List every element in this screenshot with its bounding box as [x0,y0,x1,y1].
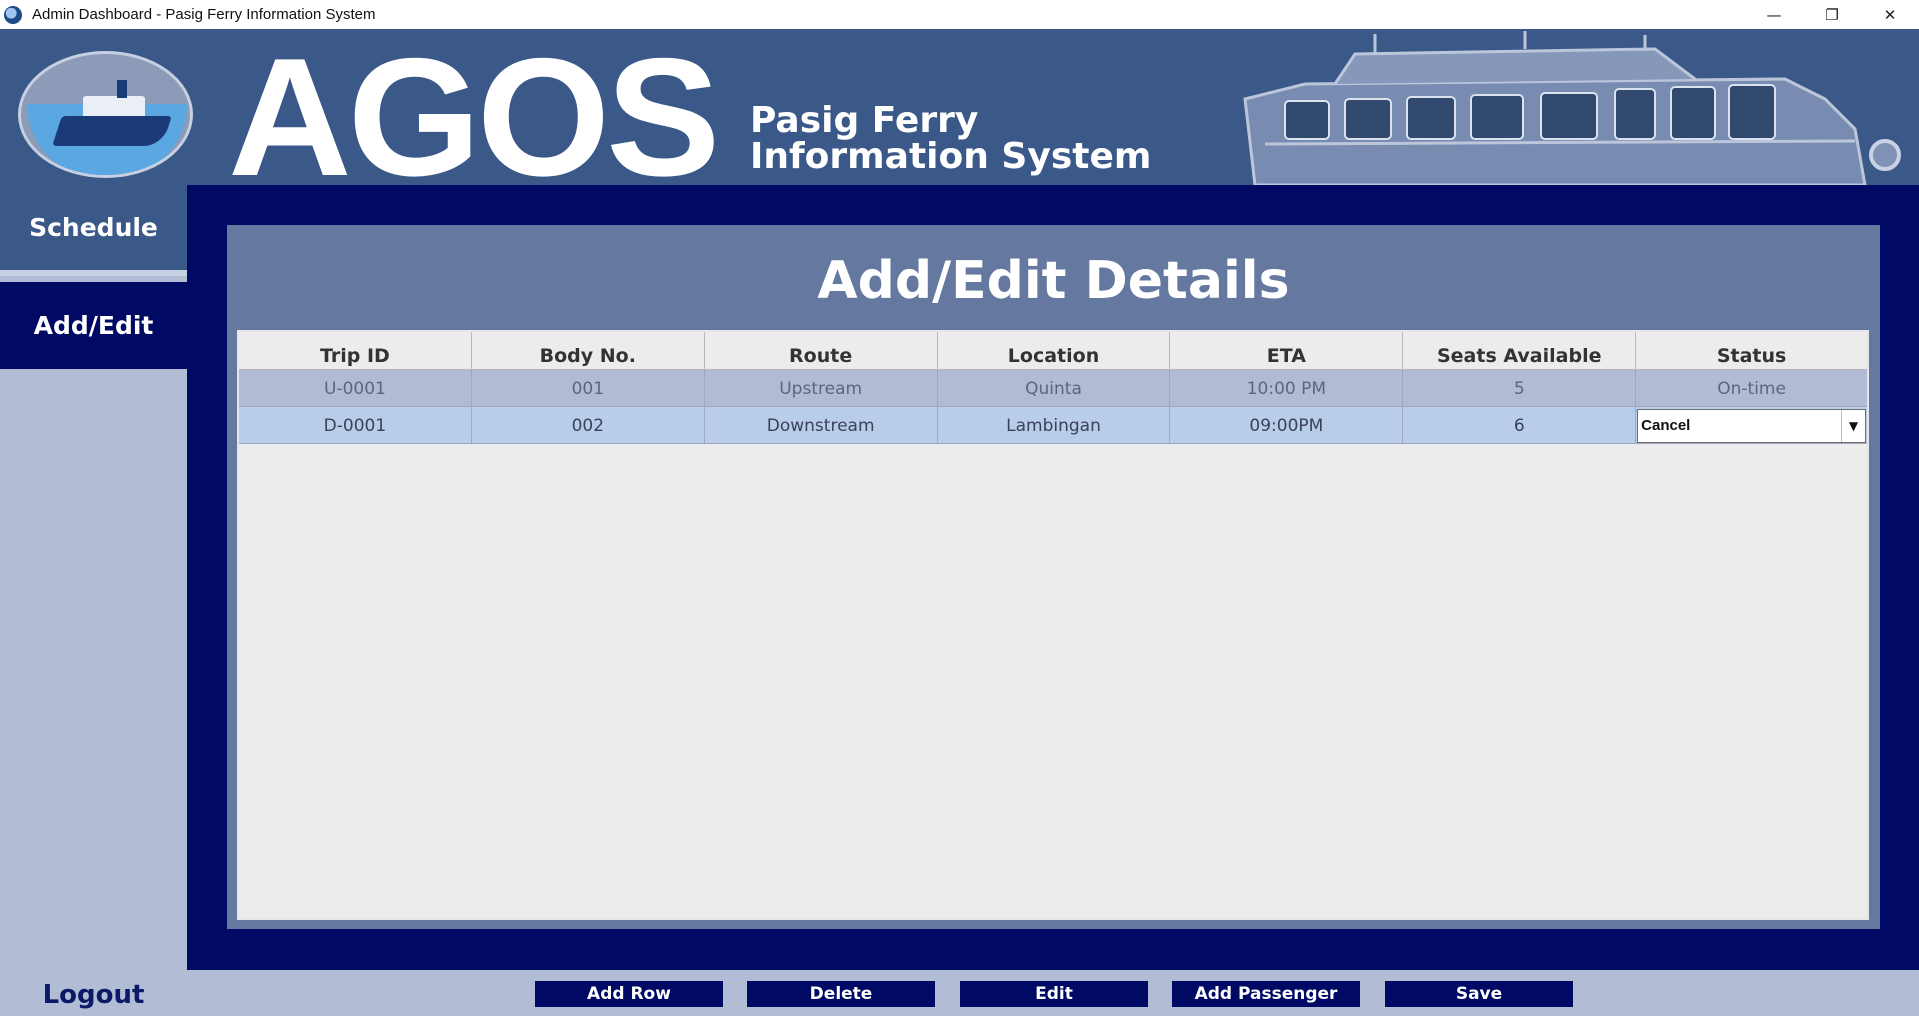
cell-status[interactable]: On-time [1636,370,1867,407]
header-banner: AGOS Pasig Ferry Information System [0,29,1919,185]
save-button[interactable]: Save [1385,981,1573,1007]
column-header-location[interactable]: Location [938,332,1171,370]
cell-status: Cancel ▼ [1636,407,1867,444]
sidebar-item-add-edit[interactable]: Add/Edit [0,282,187,369]
add-row-button[interactable]: Add Row [535,981,723,1007]
column-header-status[interactable]: Status [1636,332,1867,370]
minimize-button[interactable]: — [1745,0,1803,29]
cell-body-no[interactable]: 002 [472,407,705,444]
cell-eta[interactable]: 10:00 PM [1170,370,1404,407]
cell-location[interactable]: Quinta [938,370,1171,407]
column-header-seats-available[interactable]: Seats Available [1403,332,1637,370]
subtitle-line-2: Information System [750,136,1152,177]
window-controls: — ❐ ✕ [1745,0,1919,29]
cell-eta[interactable]: 09:00PM [1170,407,1404,444]
restore-button[interactable]: ❐ [1803,0,1861,29]
page-title: Add/Edit Details [817,251,1290,311]
status-dropdown[interactable]: Cancel ▼ [1637,408,1867,443]
app-logo-icon [4,5,22,24]
column-header-body-no[interactable]: Body No. [472,332,705,370]
window-titlebar: Admin Dashboard - Pasig Ferry Informatio… [0,0,1919,29]
trips-table: Trip ID Body No. Route Location ETA Seat… [237,330,1869,920]
table-row[interactable]: U-0001 001 Upstream Quinta 10:00 PM 5 On… [239,370,1867,407]
cell-trip-id[interactable]: U-0001 [239,370,472,407]
main-panel: Add/Edit Details Trip ID Body No. Route … [187,185,1919,970]
cell-seats-available[interactable]: 5 [1403,370,1637,407]
brand-subtitle: Pasig Ferry Information System [750,103,1151,175]
cell-trip-id[interactable]: D-0001 [239,407,472,444]
cell-route[interactable]: Upstream [705,370,938,407]
add-passenger-button[interactable]: Add Passenger [1172,981,1360,1007]
table-header: Trip ID Body No. Route Location ETA Seat… [239,332,1867,370]
sidebar: Schedule Add/Edit Logout [0,185,187,1016]
cell-location[interactable]: Lambingan [938,407,1171,444]
sidebar-item-schedule[interactable]: Schedule [0,185,187,276]
window-title: Admin Dashboard - Pasig Ferry Informatio… [32,6,376,23]
column-header-trip-id[interactable]: Trip ID [239,332,472,370]
cell-route[interactable]: Downstream [705,407,938,444]
edit-button[interactable]: Edit [960,981,1148,1007]
ferry-logo-icon [18,51,193,178]
cell-body-no[interactable]: 001 [472,370,705,407]
subtitle-line-1: Pasig Ferry [750,100,979,141]
column-header-route[interactable]: Route [705,332,938,370]
brand-title: AGOS [228,29,720,185]
table-row[interactable]: D-0001 002 Downstream Lambingan 09:00PM … [239,407,1867,444]
chevron-down-icon[interactable]: ▼ [1841,409,1865,442]
logout-button[interactable]: Logout [0,977,187,1013]
details-card: Add/Edit Details Trip ID Body No. Route … [227,225,1880,929]
status-dropdown-value: Cancel [1641,417,1691,434]
close-button[interactable]: ✕ [1861,0,1919,29]
column-header-eta[interactable]: ETA [1170,332,1404,370]
ferry-boat-illustration [1243,31,1901,185]
delete-button[interactable]: Delete [747,981,935,1007]
cell-seats-available[interactable]: 6 [1403,407,1637,444]
